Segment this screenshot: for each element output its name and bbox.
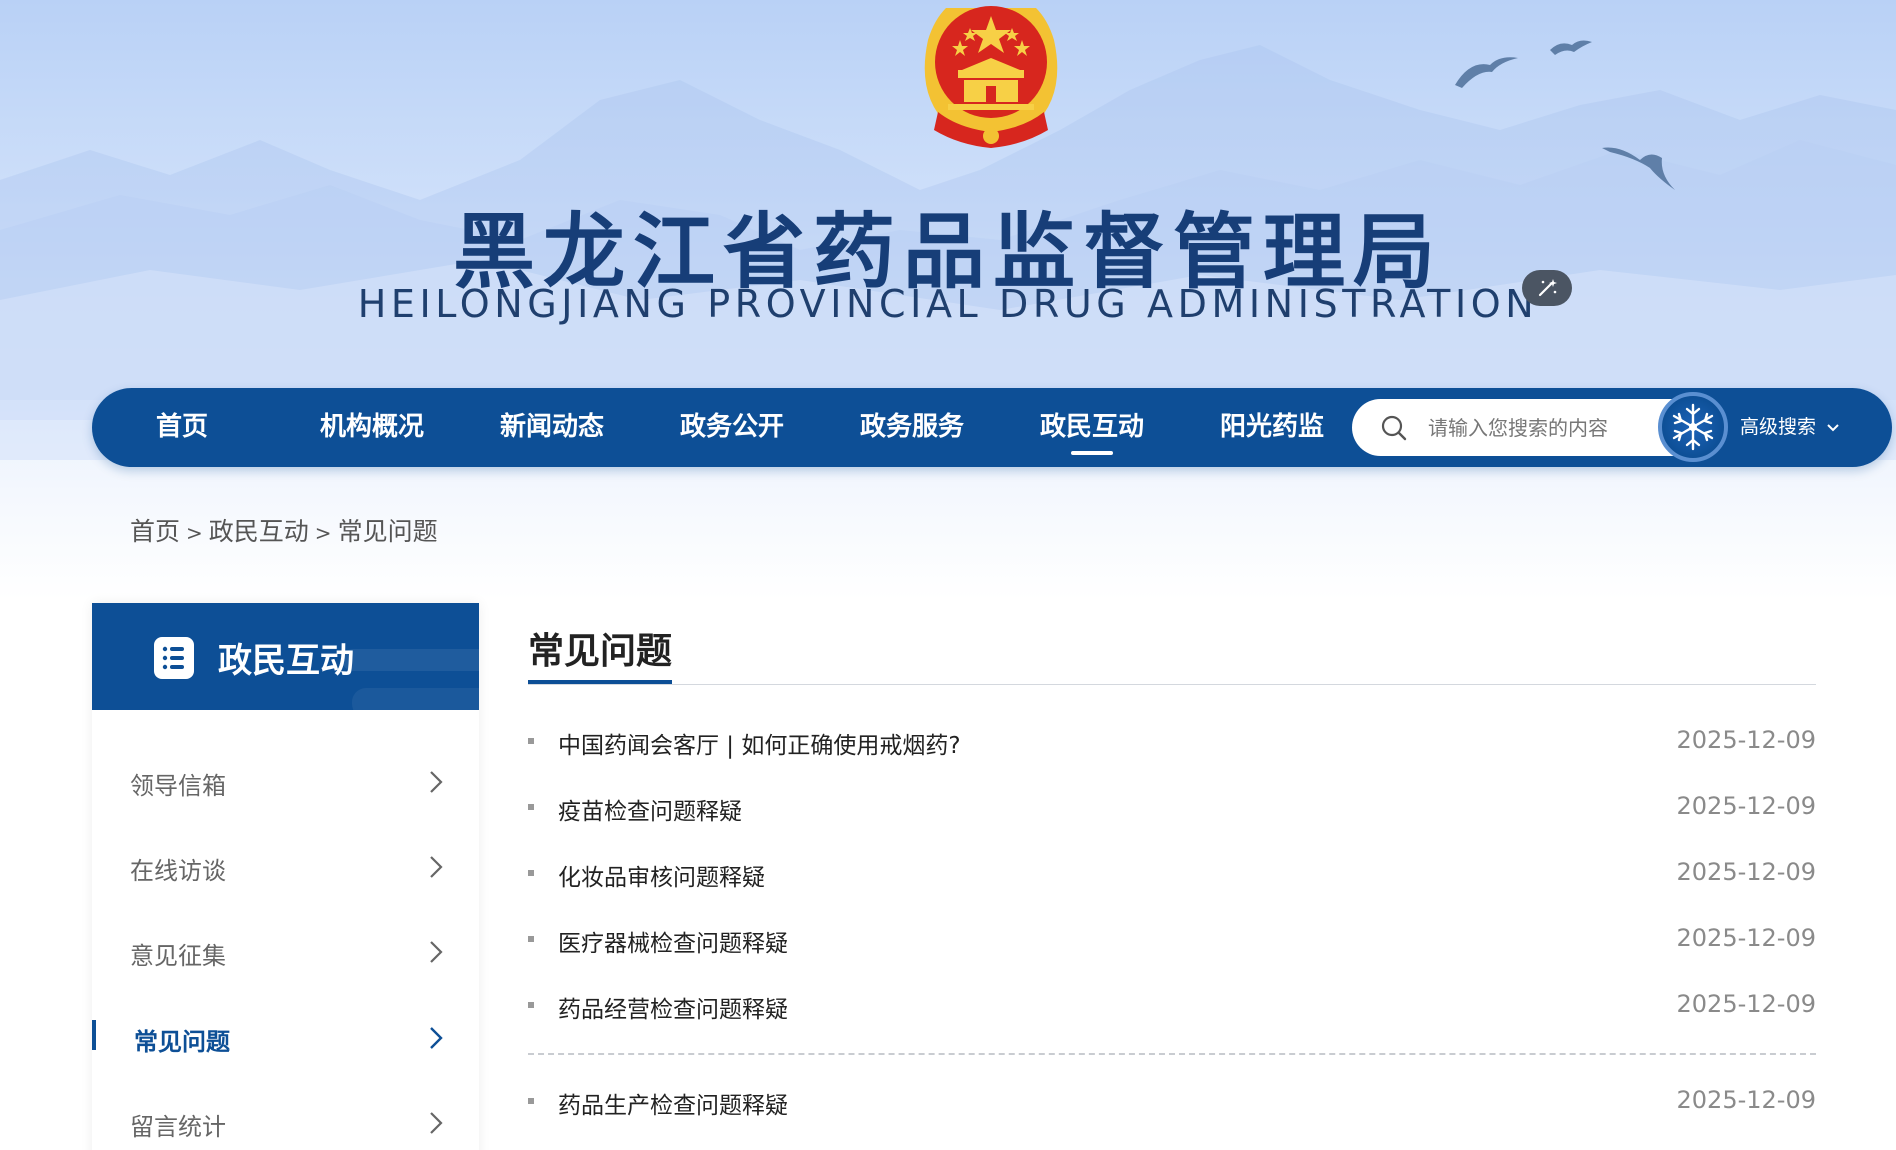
breadcrumb-home[interactable]: 首页 (130, 517, 180, 546)
page: 黑龙江省药品监督管理局 HEILONGJIANG PROVINCIAL DRUG… (0, 0, 1896, 1150)
list-item[interactable]: 医疗器械检查问题释疑 2025-12-09 (528, 920, 1816, 960)
bullet (528, 870, 534, 876)
list-item-date: 2025-12-09 (1676, 792, 1816, 820)
list-item-title[interactable]: 药品生产检查问题释疑 (558, 1086, 788, 1120)
sidebar-header: 政民互动 (92, 603, 479, 710)
bird-decoration (1455, 57, 1518, 88)
nav-item-about[interactable]: 机构概况 (302, 388, 442, 467)
bullet (528, 1098, 534, 1104)
breadcrumb: 首页 > 政民互动 > 常见问题 (130, 512, 438, 548)
list-item[interactable]: 药品经营检查问题释疑 2025-12-09 (528, 986, 1816, 1026)
group-divider (528, 1053, 1816, 1055)
nav-item-services[interactable]: 政务服务 (842, 388, 982, 467)
list-item[interactable]: 化妆品审核问题释疑 2025-12-09 (528, 854, 1816, 894)
sidebar-item-faq[interactable]: 常见问题 (92, 996, 479, 1082)
list-item-date: 2025-12-09 (1676, 1086, 1816, 1114)
nav-item-interaction[interactable]: 政民互动 (1022, 388, 1162, 467)
breadcrumb-current: 常见问题 (337, 517, 438, 546)
list-item-title[interactable]: 疫苗检查问题释疑 (558, 792, 742, 826)
list-item-title[interactable]: 化妆品审核问题释疑 (558, 858, 765, 892)
search-box (1352, 399, 1708, 456)
magic-wand-icon[interactable] (1522, 270, 1572, 306)
sidebar-item-message-stats[interactable]: 留言统计 (92, 1081, 479, 1150)
list-item-title[interactable]: 医疗器械检查问题释疑 (558, 924, 788, 958)
title-divider (528, 684, 1816, 685)
content-title: 常见问题 (528, 631, 673, 672)
list-item-date: 2025-12-09 (1676, 726, 1816, 754)
list-item-title[interactable]: 中国药闻会客厅 | 如何正确使用戒烟药? (558, 726, 961, 760)
sidebar-title: 政民互动 (218, 641, 354, 681)
sidebar: 政民互动 领导信箱 在线访谈 意见征集 常见问题 留言统计 (92, 603, 479, 1150)
site-title-english: HEILONGJIANG PROVINCIAL DRUG ADMINISTRAT… (357, 282, 1539, 326)
snowflake-icon[interactable] (1658, 392, 1728, 462)
nav-item-public-affairs[interactable]: 政务公开 (662, 388, 802, 467)
bullet (528, 936, 534, 942)
title-underline (528, 680, 672, 684)
chevron-right-icon (429, 1111, 443, 1135)
nav-item-news[interactable]: 新闻动态 (482, 388, 622, 467)
list-item[interactable]: 中国药闻会客厅 | 如何正确使用戒烟药? 2025-12-09 (528, 722, 1816, 762)
sidebar-item-label: 常见问题 (134, 1028, 230, 1056)
sidebar-item-label: 在线访谈 (130, 857, 226, 885)
list-icon (154, 637, 194, 679)
list-item-date: 2025-12-09 (1676, 924, 1816, 952)
sidebar-item-leader-mailbox[interactable]: 领导信箱 (92, 740, 479, 826)
sidebar-item-opinion-collection[interactable]: 意见征集 (92, 910, 479, 996)
breadcrumb-separator: > (186, 521, 203, 545)
search-input[interactable] (1428, 408, 1678, 448)
bullet (528, 1002, 534, 1008)
sidebar-item-label: 意见征集 (130, 942, 226, 970)
breadcrumb-separator: > (314, 521, 332, 545)
advanced-search-link[interactable]: 高级搜索 (1740, 388, 1840, 467)
bullet (528, 738, 534, 744)
header-banner: 黑龙江省药品监督管理局 HEILONGJIANG PROVINCIAL DRUG… (0, 0, 1896, 600)
national-emblem-icon (924, 6, 1058, 148)
chevron-down-icon (1827, 424, 1839, 432)
active-indicator (92, 1020, 96, 1050)
list-item[interactable]: 疫苗检查问题释疑 2025-12-09 (528, 788, 1816, 828)
sidebar-item-label: 留言统计 (130, 1113, 226, 1141)
list-item-date: 2025-12-09 (1676, 990, 1816, 1018)
search-icon[interactable] (1380, 414, 1408, 442)
advanced-search-label: 高级搜索 (1740, 416, 1817, 438)
nav-item-sunshine[interactable]: 阳光药监 (1202, 388, 1342, 467)
list-item-title[interactable]: 药品经营检查问题释疑 (558, 990, 788, 1024)
sidebar-item-label: 领导信箱 (130, 772, 226, 800)
sidebar-item-online-interview[interactable]: 在线访谈 (92, 825, 479, 911)
chevron-right-icon (429, 770, 443, 794)
chevron-right-icon (429, 855, 443, 879)
list-item[interactable]: 药品生产检查问题释疑 2025-12-09 (528, 1082, 1816, 1122)
breadcrumb-interaction[interactable]: 政民互动 (209, 517, 309, 546)
bullet (528, 804, 534, 810)
list-item-date: 2025-12-09 (1676, 858, 1816, 886)
main-navigation: 首页 机构概况 新闻动态 政务公开 政务服务 政民互动 阳光药监 (92, 388, 1892, 467)
nav-item-home[interactable]: 首页 (122, 388, 242, 467)
chevron-right-icon (429, 1026, 443, 1050)
chevron-right-icon (429, 940, 443, 964)
